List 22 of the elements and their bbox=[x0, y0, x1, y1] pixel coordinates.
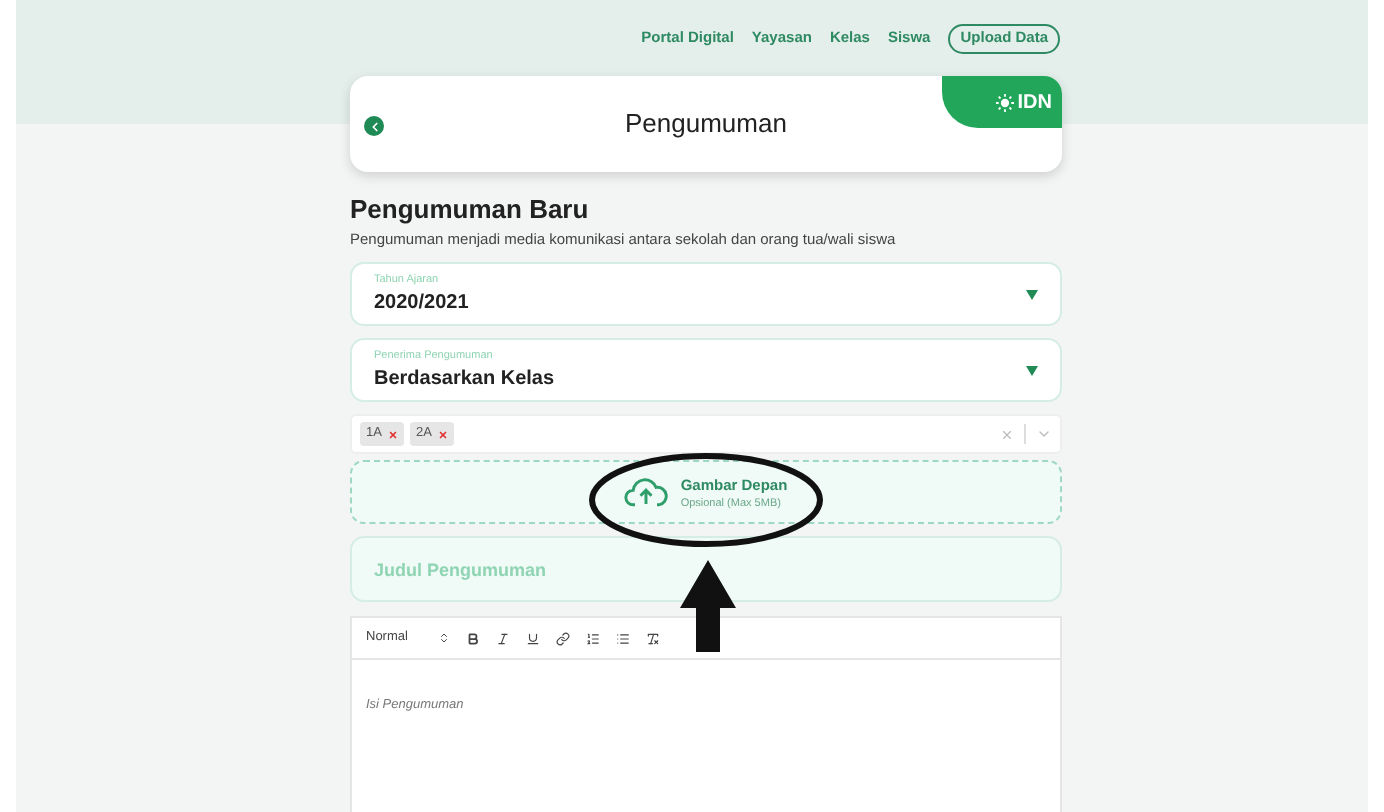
back-button[interactable] bbox=[364, 116, 384, 136]
cloud-upload-icon bbox=[624, 476, 669, 509]
field-value: 2020/2021 bbox=[374, 289, 471, 318]
ordered-list-icon[interactable] bbox=[586, 631, 600, 646]
bold-icon[interactable] bbox=[466, 631, 480, 646]
clear-format-icon[interactable] bbox=[646, 631, 660, 646]
italic-icon[interactable] bbox=[496, 631, 510, 646]
dropdown-icon bbox=[1026, 289, 1038, 300]
arrow-annotation bbox=[680, 560, 736, 652]
remove-icon[interactable] bbox=[387, 429, 398, 440]
title-input[interactable]: Judul Pengumuman bbox=[350, 536, 1062, 603]
field-value: Berdasarkan Kelas bbox=[374, 365, 557, 394]
link-icon[interactable] bbox=[556, 631, 570, 646]
remove-icon[interactable] bbox=[437, 429, 448, 440]
page-title: Pengumuman bbox=[625, 106, 787, 143]
section-title: Pengumuman Baru bbox=[350, 196, 591, 224]
dropdown-icon bbox=[1026, 365, 1038, 376]
underline-icon[interactable] bbox=[526, 631, 540, 646]
logo-text: IDN bbox=[1017, 89, 1052, 117]
back-icon bbox=[367, 119, 381, 133]
bullet-list-icon[interactable] bbox=[616, 631, 630, 646]
sun-icon bbox=[995, 93, 1014, 111]
